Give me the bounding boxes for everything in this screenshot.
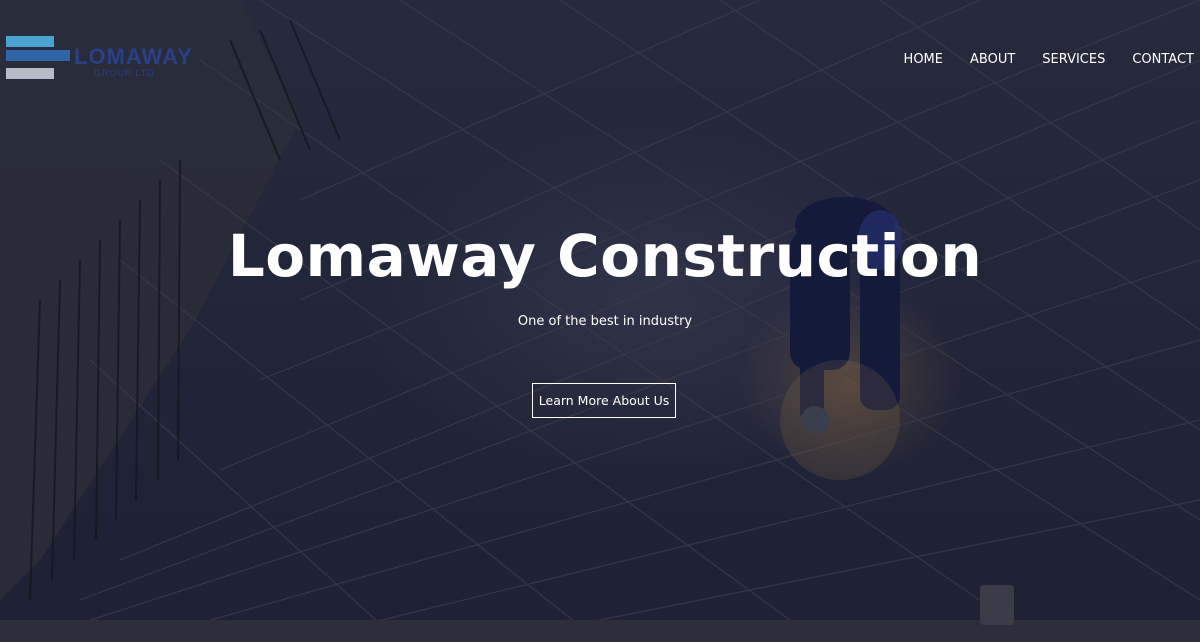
- logo-bar-middle-icon: [6, 50, 70, 61]
- brand-name: LOMAWAY: [74, 44, 193, 69]
- brand-logo[interactable]: LOMAWAY GROUP LTD: [6, 36, 206, 84]
- hero-subtitle: One of the best in industry: [517, 314, 693, 329]
- nav-services-link[interactable]: SERVICES: [1015, 52, 1105, 67]
- nav-home-link[interactable]: HOME: [877, 52, 943, 67]
- hero-title: Lomaway Construction: [227, 222, 983, 290]
- logo-bar-top-icon: [6, 36, 54, 47]
- nav-contact-link[interactable]: CONTACT: [1105, 52, 1194, 67]
- learn-more-button[interactable]: Learn More About Us: [532, 383, 676, 418]
- main-nav: HOME ABOUT SERVICES CONTACT: [877, 52, 1194, 67]
- logo-bar-bottom-icon: [6, 68, 54, 79]
- nav-about-link[interactable]: ABOUT: [943, 52, 1015, 67]
- brand-tagline: GROUP LTD: [94, 68, 155, 78]
